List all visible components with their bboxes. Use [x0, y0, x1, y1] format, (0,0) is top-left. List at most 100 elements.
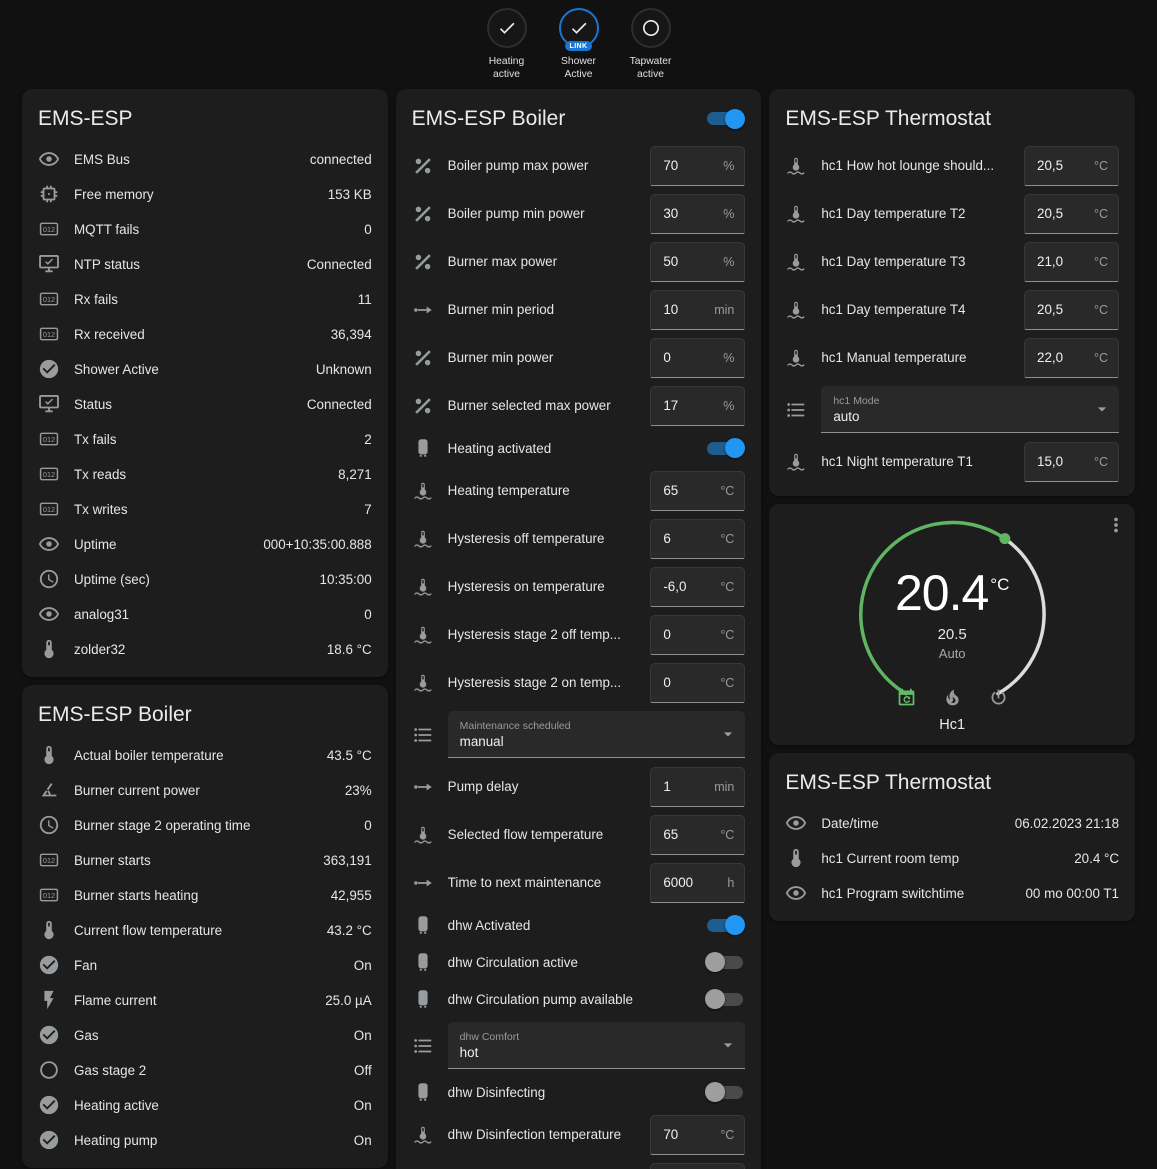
- entity-row-shower-active[interactable]: Shower ActiveUnknown: [22, 352, 388, 387]
- number-input-hc1-how-hot-lounge-should[interactable]: 20,5°C: [1024, 146, 1119, 186]
- more-options-button[interactable]: [1105, 514, 1127, 536]
- select-maintenance-scheduled[interactable]: Maintenance scheduledmanual: [448, 711, 746, 758]
- entity-row-hc1-day-temperature-t3: hc1 Day temperature T321,0°C: [769, 238, 1135, 286]
- counter-icon: 012: [38, 323, 60, 345]
- number-input-hc1-day-temperature-t4[interactable]: 20,5°C: [1024, 290, 1119, 330]
- number-input-hysteresis-stage-2-off-temp[interactable]: 0°C: [650, 615, 745, 655]
- thermometer-icon: [38, 919, 60, 941]
- entity-row-burner-stage-2-operating-time[interactable]: Burner stage 2 operating time0: [22, 808, 388, 843]
- number-input-burner-min-power[interactable]: 0%: [650, 338, 745, 378]
- counter-icon: 012: [38, 884, 60, 906]
- entity-row-gas[interactable]: GasOn: [22, 1018, 388, 1053]
- number-value: 17: [663, 398, 678, 413]
- number-input-hc1-manual-temperature[interactable]: 22,0°C: [1024, 338, 1119, 378]
- column-left: EMS-ESPEMS BusconnectedFree memory153 KB…: [22, 89, 388, 1169]
- number-input-burner-max-power[interactable]: 50%: [650, 242, 745, 282]
- badge-tapwater-active[interactable]: Tapwateractive: [619, 8, 683, 82]
- number-input-hysteresis-on-temperature[interactable]: -6,0°C: [650, 567, 745, 607]
- entity-row-ems-bus[interactable]: EMS Busconnected: [22, 142, 388, 177]
- entity-label: Burner min period: [448, 302, 637, 317]
- number-input-selected-flow-temperature[interactable]: 65°C: [650, 815, 745, 855]
- badge-shower-active[interactable]: LINKShowerActive: [547, 8, 611, 82]
- memory-icon: [38, 183, 60, 205]
- number-input-boiler-pump-min-power[interactable]: 30%: [650, 194, 745, 234]
- mode-off-button[interactable]: [986, 686, 1010, 710]
- select-hc1-mode[interactable]: hc1 Modeauto: [821, 386, 1119, 433]
- boiler-icon: [412, 1081, 434, 1103]
- entity-row-hc1-program-switchtime[interactable]: hc1 Program switchtime00 mo 00:00 T1: [769, 876, 1135, 911]
- thermostat-dial[interactable]: 20.4°C20.5Auto: [842, 504, 1062, 702]
- water-thermometer-icon: [785, 299, 807, 321]
- entity-row-tx-fails[interactable]: 012Tx fails2: [22, 422, 388, 457]
- svg-text:012: 012: [43, 225, 55, 234]
- number-input-burner-min-period[interactable]: 10min: [650, 290, 745, 330]
- entity-value: 363,191: [323, 853, 371, 868]
- toggle-heating-activated[interactable]: [705, 438, 745, 458]
- number-input-time-to-next-maintenance[interactable]: 6000h: [650, 863, 745, 903]
- svg-text:012: 012: [43, 295, 55, 304]
- entity-row-actual-boiler-temperature[interactable]: Actual boiler temperature43.5 °C: [22, 738, 388, 773]
- toggle-dhw-circulation-active[interactable]: [705, 952, 745, 972]
- toggle-dhw-disinfecting[interactable]: [705, 1082, 745, 1102]
- number-input-dhw-disinfection-temperature[interactable]: 70°C: [650, 1115, 745, 1155]
- mode-auto-button[interactable]: [894, 686, 918, 710]
- badge-circle: LINK: [559, 8, 599, 48]
- entity-row-burner-current-power[interactable]: Burner current power23%: [22, 773, 388, 808]
- number-input-boiler-pump-max-power[interactable]: 70%: [650, 146, 745, 186]
- number-input-hysteresis-off-temperature[interactable]: 6°C: [650, 519, 745, 559]
- number-input-hc1-day-temperature-t2[interactable]: 20,5°C: [1024, 194, 1119, 234]
- entity-row-date-time[interactable]: Date/time06.02.2023 21:18: [769, 806, 1135, 841]
- number-input-heating-temperature[interactable]: 65°C: [650, 471, 745, 511]
- toggle-ems-esp-boiler-header[interactable]: [705, 109, 745, 129]
- entity-row-gas-stage-2[interactable]: Gas stage 2Off: [22, 1053, 388, 1088]
- number-input-hc1-night-temperature-t1[interactable]: 15,0°C: [1024, 442, 1119, 482]
- entity-row-mqtt-fails[interactable]: 012MQTT fails0: [22, 212, 388, 247]
- entity-row-tx-reads[interactable]: 012Tx reads8,271: [22, 457, 388, 492]
- number-input-dhw-flow-temperature-offset[interactable]: 40°C: [650, 1163, 745, 1169]
- select-value: hot: [460, 1045, 714, 1060]
- entity-value: 000+10:35:00.888: [263, 537, 371, 552]
- entity-row-status[interactable]: StatusConnected: [22, 387, 388, 422]
- entity-row-hc1-current-room-temp[interactable]: hc1 Current room temp20.4 °C: [769, 841, 1135, 876]
- entity-row-rx-fails[interactable]: 012Rx fails11: [22, 282, 388, 317]
- number-input-burner-selected-max-power[interactable]: 17%: [650, 386, 745, 426]
- entity-row-burner-starts-heating[interactable]: 012Burner starts heating42,955: [22, 878, 388, 913]
- entity-row-current-flow-temperature[interactable]: Current flow temperature43.2 °C: [22, 913, 388, 948]
- entity-row-fan[interactable]: FanOn: [22, 948, 388, 983]
- toggle-dhw-circulation-pump-available[interactable]: [705, 989, 745, 1009]
- number-value: 20,5: [1037, 158, 1063, 173]
- entity-label: EMS Bus: [74, 152, 296, 167]
- water-thermometer-icon: [785, 251, 807, 273]
- entity-row-hc1-day-temperature-t4: hc1 Day temperature T420,5°C: [769, 286, 1135, 334]
- entity-row-heating-temperature: Heating temperature65°C: [396, 467, 762, 515]
- entity-row-analog31[interactable]: analog310: [22, 597, 388, 632]
- entity-row-heating-pump[interactable]: Heating pumpOn: [22, 1123, 388, 1158]
- entity-row-heating-active[interactable]: Heating activeOn: [22, 1088, 388, 1123]
- select-dhw-comfort[interactable]: dhw Comforthot: [448, 1022, 746, 1069]
- ha-dashboard: HeatingactiveLINKShowerActiveTapwateract…: [0, 0, 1157, 1169]
- badge-heating-active[interactable]: Heatingactive: [475, 8, 539, 82]
- entity-row-burner-starts[interactable]: 012Burner starts363,191: [22, 843, 388, 878]
- counter-icon: 012: [38, 498, 60, 520]
- entity-row-zolder32[interactable]: zolder3218.6 °C: [22, 632, 388, 667]
- entity-label: Burner selected max power: [448, 398, 637, 413]
- number-input-hc1-day-temperature-t3[interactable]: 21,0°C: [1024, 242, 1119, 282]
- entity-row-burner-selected-max-power: Burner selected max power 17%: [396, 382, 762, 430]
- number-input-hysteresis-stage-2-on-temp[interactable]: 0°C: [650, 663, 745, 703]
- number-value: 20,5: [1037, 302, 1063, 317]
- toggle-thumb: [725, 915, 745, 935]
- toggle-dhw-activated[interactable]: [705, 915, 745, 935]
- entity-row-free-memory[interactable]: Free memory153 KB: [22, 177, 388, 212]
- entity-row-flame-current[interactable]: Flame current25.0 µA: [22, 983, 388, 1018]
- entity-label: Uptime: [74, 537, 249, 552]
- clock-icon: [38, 814, 60, 836]
- number-input-pump-delay[interactable]: 1min: [650, 767, 745, 807]
- entity-row-rx-received[interactable]: 012Rx received36,394: [22, 317, 388, 352]
- entity-row-ntp-status[interactable]: NTP statusConnected: [22, 247, 388, 282]
- entity-row-uptime[interactable]: Uptime 000+10:35:00.888: [22, 527, 388, 562]
- number-value: 21,0: [1037, 254, 1063, 269]
- entity-row-uptime-sec[interactable]: Uptime (sec)10:35:00: [22, 562, 388, 597]
- mode-heat-button[interactable]: [940, 686, 964, 710]
- boiler-icon: [412, 914, 434, 936]
- entity-row-tx-writes[interactable]: 012Tx writes7: [22, 492, 388, 527]
